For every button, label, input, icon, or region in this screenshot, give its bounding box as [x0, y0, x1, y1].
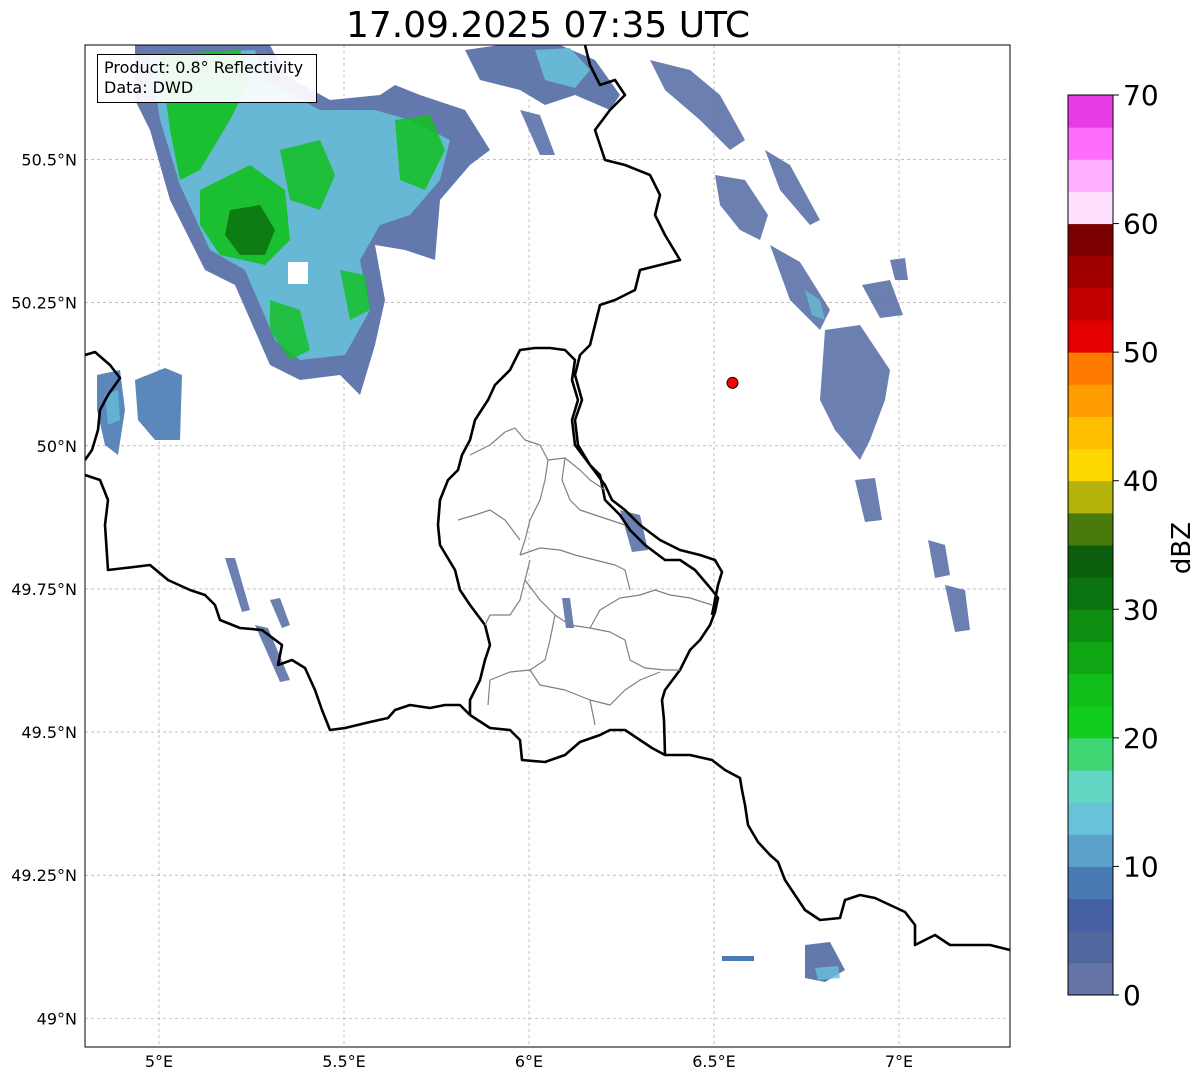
colorbar-segment — [1068, 352, 1113, 385]
colorbar-segment — [1068, 705, 1113, 739]
colorbar-segment — [1068, 255, 1113, 289]
colorbar — [1068, 95, 1113, 996]
colorbar-segment — [1068, 770, 1113, 803]
longitude-ticks: 5°E 5.5°E 6°E 6.5°E 7°E — [145, 1052, 913, 1071]
colorbar-segment — [1068, 223, 1113, 257]
colorbar-segment — [1068, 802, 1113, 835]
colorbar-segment — [1068, 159, 1113, 192]
info-box: Product: 0.8° Reflectivity Data: DWD — [97, 54, 317, 103]
data-source-text: Data: DWD — [104, 78, 194, 97]
colorbar-segment — [1068, 834, 1113, 867]
colorbar-segment — [1068, 320, 1113, 353]
colorbar-segment — [1068, 737, 1113, 771]
lat-tick-label: 50.5°N — [21, 151, 77, 170]
location-marker — [726, 376, 739, 389]
colorbar-segment — [1068, 545, 1113, 578]
echo-gap — [288, 262, 308, 284]
colorbar-segment — [1068, 673, 1113, 707]
colorbar-segment — [1068, 448, 1113, 482]
colorbar-segment — [1068, 127, 1113, 160]
lat-tick-label: 49.5°N — [21, 723, 77, 742]
echo-south1 — [722, 956, 754, 961]
colorbar-segment — [1068, 609, 1113, 642]
colorbar-tick-label: 10 — [1123, 850, 1159, 883]
lon-tick-label: 5.5°E — [322, 1052, 366, 1071]
colorbar-tick-label: 20 — [1123, 722, 1159, 755]
colorbar-tick-label: 50 — [1123, 336, 1159, 369]
colorbar-segment — [1068, 287, 1113, 321]
colorbar-segment — [1068, 641, 1113, 675]
lon-tick-label: 6°E — [515, 1052, 543, 1071]
colorbar-segment — [1068, 480, 1113, 514]
colorbar-segment — [1068, 191, 1113, 225]
lat-tick-label: 50°N — [37, 437, 77, 456]
lat-tick-label: 50.25°N — [11, 294, 77, 313]
colorbar-tick-label: 70 — [1123, 79, 1159, 112]
lon-tick-label: 6.5°E — [692, 1052, 736, 1071]
colorbar-tick-label: 40 — [1123, 465, 1159, 498]
colorbar-segment — [1068, 512, 1113, 546]
colorbar-label: dBZ — [1167, 522, 1197, 574]
colorbar-ticks: 0 10 20 30 40 50 60 70 — [1113, 79, 1159, 1012]
colorbar-segment — [1068, 416, 1113, 450]
colorbar-segment — [1068, 577, 1113, 610]
colorbar-segment — [1068, 866, 1113, 900]
map-title: 17.09.2025 07:35 UTC — [346, 5, 750, 46]
colorbar-segment — [1068, 384, 1113, 417]
colorbar-tick-label: 30 — [1123, 593, 1159, 626]
lat-tick-label: 49.25°N — [11, 866, 77, 885]
echo-south2-cyan — [815, 966, 840, 980]
lat-tick-label: 49°N — [37, 1009, 77, 1028]
colorbar-segment — [1068, 95, 1113, 128]
colorbar-segment — [1068, 898, 1113, 932]
colorbar-segment — [1068, 930, 1113, 964]
lat-tick-label: 49.75°N — [11, 580, 77, 599]
colorbar-tick-label: 60 — [1123, 208, 1159, 241]
colorbar-tick-label: 0 — [1123, 979, 1141, 1012]
latitude-ticks: 50.5°N 50.25°N 50°N 49.75°N 49.5°N 49.25°N 49°… — [11, 151, 77, 1029]
colorbar-segment — [1068, 962, 1113, 996]
radar-figure: 17.09.2025 07:35 UTC 5°E 5.5°E 6°E 6.5°E… — [11, 5, 1197, 1071]
product-text: Product: 0.8° Reflectivity — [104, 58, 304, 77]
lon-tick-label: 5°E — [145, 1052, 173, 1071]
lon-tick-label: 7°E — [885, 1052, 913, 1071]
